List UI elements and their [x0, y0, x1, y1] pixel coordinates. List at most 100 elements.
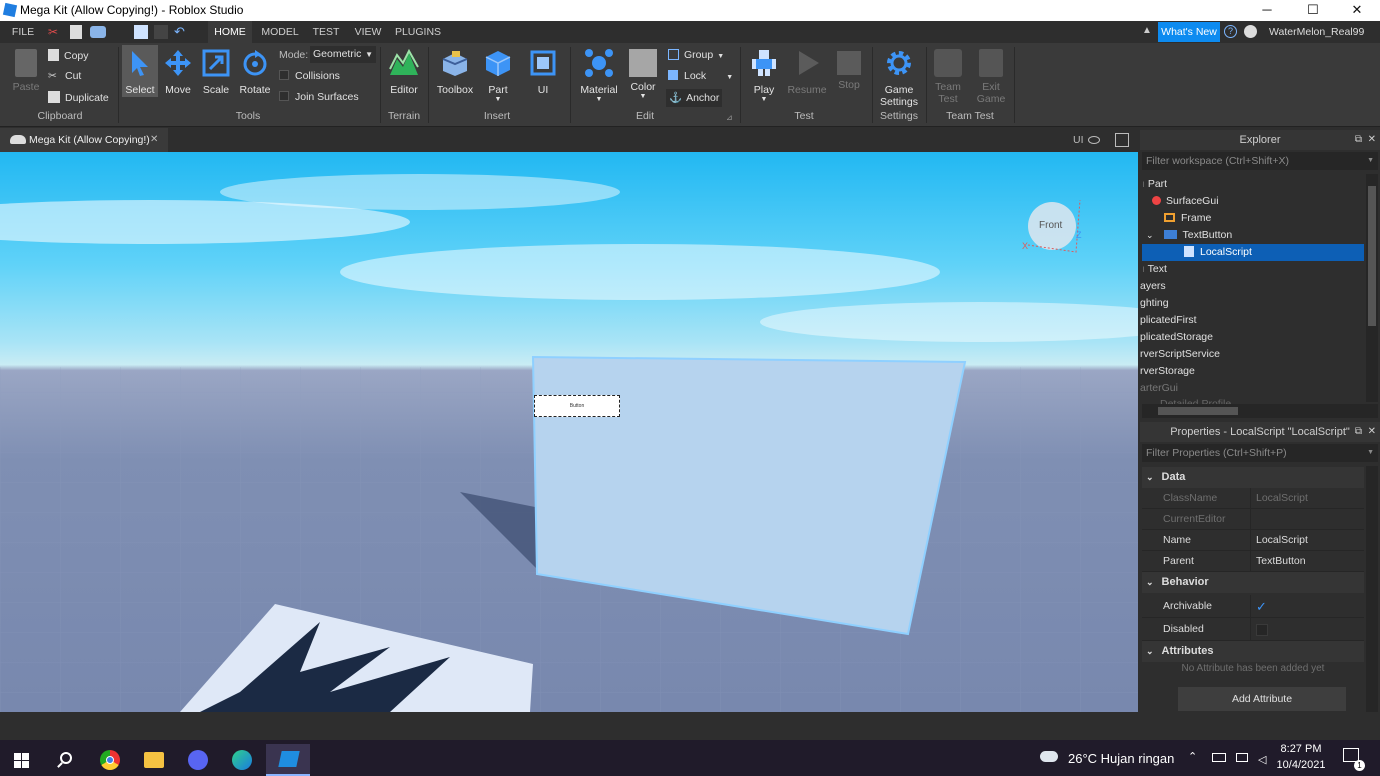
roblox-studio-taskbar-icon[interactable] — [266, 744, 310, 776]
tab-view[interactable]: VIEW — [350, 21, 386, 43]
text-button-on-surface[interactable]: Button — [534, 395, 620, 417]
prop-row-disabled[interactable]: Disabled — [1142, 618, 1364, 641]
tray-chevron-icon[interactable]: ⌃ — [1188, 750, 1197, 763]
minimize-button[interactable]: ─ — [1244, 0, 1290, 21]
new-file-icon[interactable] — [70, 25, 82, 39]
join-surfaces-checkbox[interactable] — [279, 91, 289, 101]
publish-icon[interactable] — [134, 25, 148, 39]
weather-text[interactable]: 26°C Hujan ringan — [1068, 751, 1174, 766]
tab-home[interactable]: HOME — [208, 21, 252, 43]
close-panel-icon[interactable]: ✕ — [1368, 422, 1376, 442]
stop-button[interactable]: Stop — [832, 49, 866, 91]
tree-item-startergui[interactable]: arterGui — [1140, 380, 1178, 397]
collisions-checkbox[interactable] — [279, 70, 289, 80]
properties-filter-input[interactable]: Filter Properties (Ctrl+Shift+P) ▼ — [1142, 444, 1378, 462]
maximize-button[interactable]: ☐ — [1290, 0, 1336, 21]
chevron-down-icon[interactable]: ⌄ — [1146, 230, 1154, 240]
file-explorer-icon[interactable] — [132, 744, 176, 776]
network-icon[interactable] — [1236, 753, 1248, 762]
username[interactable]: WaterMelon_Real99 — [1269, 26, 1364, 38]
expand-edit-icon[interactable]: ⊿ — [726, 113, 733, 122]
rotate-tool-button[interactable]: Rotate — [236, 49, 274, 96]
tree-item-serverstorage[interactable]: rverStorage — [1140, 363, 1195, 380]
eye-icon[interactable] — [1088, 136, 1100, 144]
prop-value-input[interactable]: LocalScript — [1256, 530, 1308, 551]
game-settings-button[interactable]: Game Settings — [876, 49, 922, 108]
tree-item-part[interactable]: ı Part — [1142, 176, 1167, 193]
group-button[interactable]: Group ▼ — [668, 49, 724, 61]
prop-value-input[interactable]: TextButton — [1256, 551, 1306, 572]
tab-plugins[interactable]: PLUGINS — [392, 21, 444, 43]
close-button[interactable]: ✕ — [1334, 0, 1380, 21]
scrollbar-thumb[interactable] — [1158, 407, 1238, 415]
share-icon[interactable] — [1244, 25, 1257, 38]
explorer-horizontal-scrollbar[interactable] — [1142, 404, 1378, 418]
tree-item-serverscriptservice[interactable]: rverScriptService — [1140, 346, 1220, 363]
exit-game-button[interactable]: Exit Game — [972, 49, 1010, 105]
scrollbar-thumb[interactable] — [1368, 186, 1376, 326]
whats-new-button[interactable]: What's New — [1158, 22, 1220, 42]
tree-item-replicatedfirst[interactable]: plicatedFirst — [1140, 312, 1197, 329]
float-panel-icon[interactable]: ⧉ — [1355, 422, 1362, 442]
stop-quick-icon[interactable] — [154, 25, 168, 39]
fullscreen-icon[interactable] — [1115, 133, 1129, 147]
collisions-toggle[interactable]: Collisions — [279, 70, 340, 82]
section-data[interactable]: ⌄ Data — [1142, 467, 1364, 488]
ui-insert-button[interactable]: UI — [524, 49, 562, 96]
anchor-toggle[interactable]: ⚓ Anchor — [666, 89, 722, 107]
battery-icon[interactable] — [1212, 753, 1226, 762]
tree-item-text[interactable]: ı Text — [1142, 261, 1167, 278]
scissors-quick-icon[interactable]: ✂ — [48, 25, 62, 39]
float-panel-icon[interactable]: ⧉ — [1355, 130, 1362, 150]
prop-row-name[interactable]: Name LocalScript — [1142, 530, 1364, 551]
binoculars-icon[interactable] — [90, 26, 106, 38]
discord-icon[interactable] — [176, 744, 220, 776]
clock-date[interactable]: 10/4/2021 — [1270, 759, 1332, 771]
close-panel-icon[interactable]: ✕ — [1368, 130, 1376, 150]
search-icon[interactable] — [44, 744, 88, 776]
chrome-icon[interactable] — [88, 744, 132, 776]
team-test-button[interactable]: Team Test — [930, 49, 966, 105]
prop-row-parent[interactable]: Parent TextButton — [1142, 551, 1364, 572]
cut-button[interactable]: ✂ Cut — [48, 70, 81, 82]
tree-item-detailed-profile[interactable]: Detailed Profile — [1160, 396, 1231, 404]
tree-item-localscript-selected[interactable]: LocalScript — [1142, 244, 1364, 261]
resume-button[interactable]: Resume — [786, 49, 828, 96]
tab-model[interactable]: MODEL — [258, 21, 302, 43]
tab-test[interactable]: TEST — [308, 21, 344, 43]
tab-file[interactable]: FILE — [6, 21, 40, 43]
volume-icon[interactable]: ◁ — [1258, 753, 1266, 766]
ui-visibility-label[interactable]: UI — [1073, 134, 1084, 146]
3d-viewport[interactable]: Front X Z Button — [0, 152, 1138, 712]
tree-item-textbutton[interactable]: ⌄ TextButton — [1146, 227, 1232, 244]
prop-row-archivable[interactable]: Archivable ✓ — [1142, 595, 1364, 618]
clock-time[interactable]: 8:27 PM — [1270, 743, 1332, 755]
lock-button[interactable]: Lock ▼ — [668, 70, 733, 82]
tree-item-surfacegui[interactable]: SurfaceGui — [1152, 193, 1219, 210]
tree-item-replicatedstorage[interactable]: plicatedStorage — [1140, 329, 1213, 346]
section-behavior[interactable]: ⌄ Behavior — [1142, 572, 1364, 593]
undo-icon[interactable]: ↶ — [174, 24, 185, 40]
properties-scrollbar[interactable] — [1366, 466, 1378, 712]
move-tool-button[interactable]: Move — [160, 49, 196, 96]
disabled-checkbox[interactable] — [1256, 624, 1268, 636]
mode-dropdown[interactable]: Geometric ▼ — [310, 46, 376, 63]
duplicate-button[interactable]: Duplicate — [48, 91, 109, 104]
collapse-ribbon-icon[interactable]: ▲ — [1142, 25, 1152, 36]
color-button[interactable]: Color ▼ — [624, 49, 662, 100]
join-surfaces-toggle[interactable]: Join Surfaces — [279, 91, 359, 103]
explorer-filter-input[interactable]: Filter workspace (Ctrl+Shift+X) ▼ — [1142, 152, 1378, 170]
scale-tool-button[interactable]: Scale — [198, 49, 234, 96]
material-button[interactable]: Material ▼ — [576, 49, 622, 103]
terrain-editor-button[interactable]: Editor — [384, 48, 424, 96]
close-tab-icon[interactable]: ✕ — [150, 134, 158, 145]
copy-button[interactable]: Copy — [48, 49, 89, 62]
archivable-checkbox[interactable]: ✓ — [1256, 595, 1267, 618]
play-button[interactable]: Play ▼ — [744, 49, 784, 103]
weather-cloud-icon[interactable] — [1040, 751, 1058, 762]
paste-button[interactable]: Paste — [8, 49, 44, 93]
tree-item-players[interactable]: ayers — [1140, 278, 1166, 295]
section-attributes[interactable]: ⌄ Attributes — [1142, 641, 1364, 662]
edge-icon[interactable] — [220, 744, 264, 776]
help-icon[interactable]: ? — [1224, 25, 1237, 38]
